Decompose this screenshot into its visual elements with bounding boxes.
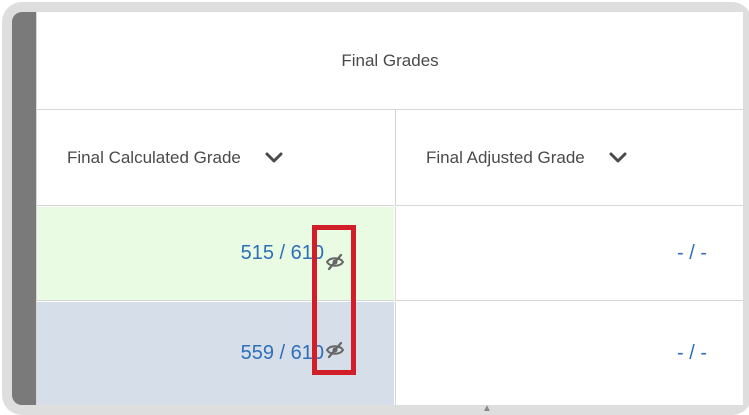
adjusted-grade-cell[interactable]: - / - (395, 207, 743, 301)
chevron-down-icon[interactable] (265, 152, 283, 164)
chevron-down-icon[interactable] (609, 152, 627, 164)
group-header-final-grades: Final Grades (37, 12, 743, 110)
highlight-box (312, 225, 356, 375)
adjusted-grade-value[interactable]: - / - (677, 342, 707, 365)
column-header-label: Final Calculated Grade (67, 147, 241, 167)
cursor-mark: ▲ (482, 403, 492, 414)
adjusted-grade-cell[interactable]: - / - (395, 302, 743, 405)
group-header-label: Final Grades (341, 50, 439, 70)
column-header-final-adjusted-grade[interactable]: Final Adjusted Grade (395, 110, 743, 206)
column-header-final-calculated-grade[interactable]: Final Calculated Grade (37, 110, 394, 206)
grades-table: Final Grades Final Calculated Grade Fina… (36, 12, 743, 405)
adjusted-grade-value[interactable]: - / - (677, 242, 707, 265)
column-header-label: Final Adjusted Grade (426, 147, 585, 167)
